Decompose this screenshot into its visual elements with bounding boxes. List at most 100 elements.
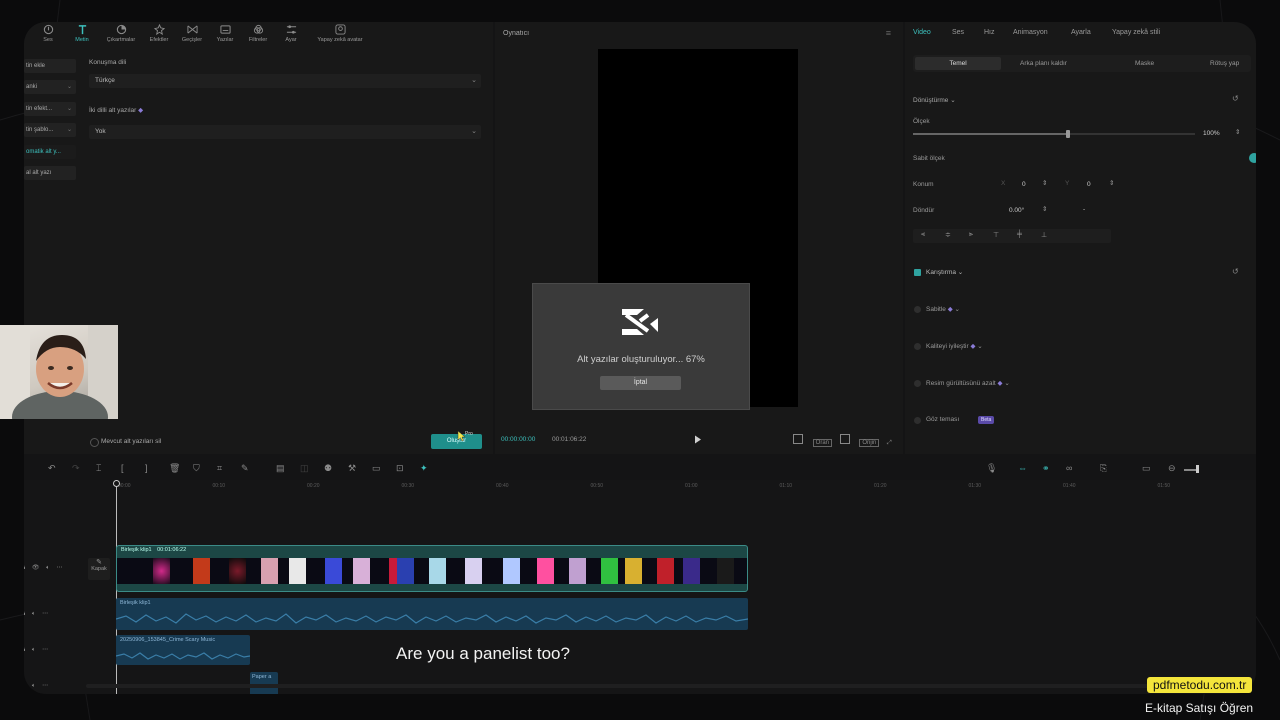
tab-video[interactable]: Video (913, 29, 931, 36)
position-x-stepper[interactable]: ⇕ (1042, 179, 1047, 187)
preview-axis-icon[interactable]: ⎘ (1100, 463, 1107, 474)
thumbnail (289, 558, 306, 584)
person-icon[interactable]: ⚉ (324, 463, 332, 474)
tab-audio[interactable]: Ses (952, 29, 964, 36)
sidebar-item-local-captions[interactable]: al alt yazı (24, 166, 76, 180)
undo-icon[interactable]: ↶ (48, 463, 56, 474)
link-icon[interactable]: ∞ (1066, 463, 1072, 473)
eye-icon[interactable]: 👁︎ (32, 565, 40, 571)
ratio-button[interactable]: Oran (812, 439, 833, 447)
image-tool-icon[interactable]: ⊡ (396, 463, 404, 474)
align-center-v-icon[interactable]: ╪ (1017, 231, 1022, 238)
zoom-out-icon[interactable]: ⊖ (1168, 463, 1176, 474)
mirror-icon[interactable]: ◫ (300, 463, 309, 474)
scale-slider-handle[interactable] (1066, 130, 1071, 138)
freeze-icon[interactable]: ▤ (276, 463, 285, 474)
stabilize-checkbox[interactable] (914, 306, 921, 313)
orig-button[interactable]: Orijin (859, 439, 880, 447)
crop-tool-icon[interactable]: ⌗ (217, 463, 222, 474)
uniform-scale-toggle[interactable] (1249, 153, 1256, 163)
magic-icon[interactable]: ✎ (241, 463, 249, 474)
sidebar-item-text-effects[interactable]: tin efekt... ⌄ (24, 102, 76, 116)
fullscreen-preview-icon[interactable] (839, 434, 850, 444)
bilingual-select[interactable]: Yok ⌄ (89, 125, 481, 139)
sidebar-item-templates[interactable]: anki ⌄ (24, 80, 76, 94)
lock-icon[interactable]: 🔒︎ (24, 565, 25, 571)
audio-clip-main[interactable]: Birleşik klip1 (116, 598, 748, 630)
toolbar-item-text[interactable]: Metin (62, 24, 102, 43)
ruler-tick-label: 01:40 (1063, 483, 1076, 489)
cover-button[interactable]: ✎ Kapak (88, 558, 110, 580)
clip-header: Birleşik klip1 00:01:06:22 (121, 547, 186, 553)
redo-icon[interactable]: ↷ (72, 463, 80, 474)
marker-icon[interactable]: ⛉ (193, 463, 200, 474)
rotate-stepper[interactable]: ⇕ (1042, 205, 1047, 213)
eye-contact-checkbox[interactable] (914, 417, 921, 424)
wand-icon[interactable]: ⚒ (348, 463, 356, 474)
subtab-basic[interactable]: Temel (915, 57, 1001, 70)
sidebar-item-add-text[interactable]: tin ekle (24, 59, 76, 73)
expand-icon[interactable]: ⤢ (887, 440, 892, 446)
language-select[interactable]: Türkçe ⌄ (89, 74, 481, 88)
tab-adjust[interactable]: Ayarla (1071, 29, 1091, 36)
subtab-remove-bg[interactable]: Arka planı kaldır (1020, 60, 1067, 67)
timeline-scrollbar[interactable] (86, 684, 1256, 688)
position-x-input[interactable]: 0 (1022, 181, 1026, 188)
reset-icon[interactable]: ↺ (1232, 94, 1239, 103)
audio-clip-sfx[interactable]: Paper a (250, 672, 278, 694)
menu-icon[interactable]: ≡ (886, 28, 891, 38)
split-right-icon[interactable]: ] (145, 463, 148, 473)
ai-tool-icon[interactable]: ✦ (420, 463, 428, 474)
reset-icon[interactable]: ↺ (1232, 267, 1239, 276)
scale-stepper[interactable]: ⇕ (1235, 128, 1240, 136)
playhead-handle[interactable] (113, 480, 120, 487)
split-left-icon[interactable]: [ (121, 463, 124, 473)
toolbar-item-avatar[interactable]: Yapay zekâ avatar (308, 24, 372, 43)
video-track-header: 🔒︎ 👁︎ 🔈︎ ⋯ (24, 564, 62, 572)
ruler-tick-label: 00:40 (496, 483, 509, 489)
toolbar-item-stickers[interactable]: Çıkartmalar (101, 24, 141, 43)
premium-icon: ◆ (947, 306, 953, 313)
video-clip[interactable]: Birleşik klip1 00:01:06:22 (116, 545, 748, 592)
sidebar-item-auto-captions[interactable]: omatik alt y... (24, 145, 76, 159)
cancel-button[interactable]: İptal (600, 376, 681, 390)
quality-checkbox[interactable] (914, 343, 921, 350)
scale-slider-track[interactable] (913, 130, 1195, 138)
align-right-icon[interactable]: ⫸ (969, 231, 973, 239)
tab-ai-style[interactable]: Yapay zekâ stili (1112, 29, 1160, 36)
microphone-icon[interactable]: 🎙 (986, 463, 997, 474)
play-icon[interactable] (694, 435, 702, 444)
subtab-retouch[interactable]: Rötuş yap (1210, 60, 1239, 67)
more-icon[interactable]: ⋯ (56, 565, 62, 571)
align-top-icon[interactable]: ⊤ (993, 231, 999, 239)
crop-icon[interactable] (793, 434, 803, 444)
tab-speed[interactable]: Hız (984, 29, 995, 36)
watermark-site-badge: pdfmetodu.com.tr (1147, 677, 1253, 693)
position-y-label: Y (1065, 180, 1070, 187)
text-icon (78, 25, 86, 35)
zoom-slider-handle[interactable] (1196, 465, 1199, 473)
audio-track-header-3: 🔒︎ 🔈︎ ⋯ (24, 683, 49, 689)
rotate-input[interactable]: 0.00° (1009, 207, 1024, 214)
link-main-track-icon[interactable]: ⇔ (1018, 463, 1027, 473)
tab-animation[interactable]: Animasyon (1013, 29, 1048, 36)
delete-existing-checkbox[interactable] (90, 438, 99, 447)
align-left-icon[interactable]: ⫷ (921, 231, 925, 239)
screen-icon[interactable]: ▭ (1142, 463, 1151, 474)
magnet-icon[interactable]: ⚭ (1042, 463, 1050, 474)
subtab-mask[interactable]: Maske (1135, 60, 1154, 67)
align-bottom-icon[interactable]: ⊥ (1041, 231, 1047, 239)
position-y-stepper[interactable]: ⇕ (1109, 179, 1114, 187)
speaker-icon[interactable]: 🔈︎ (46, 565, 50, 571)
position-y-input[interactable]: 0 (1087, 181, 1091, 188)
split-icon[interactable]: ⌶ (96, 463, 101, 474)
subtab-bar: Temel Arka planı kaldır Maske Rötuş yap (913, 55, 1251, 72)
toolbar-item-adjust[interactable]: Ayar (271, 24, 311, 43)
align-center-h-icon[interactable]: ≑ (945, 231, 951, 239)
caption-tool-icon[interactable]: ▭ (372, 463, 381, 474)
denoise-checkbox[interactable] (914, 380, 921, 387)
blend-checkbox[interactable] (914, 269, 921, 276)
sidebar-item-text-templates[interactable]: tin şablo... ⌄ (24, 123, 76, 137)
delete-icon[interactable]: 🗑 (169, 463, 180, 474)
scale-label: Ölçek (913, 118, 930, 125)
